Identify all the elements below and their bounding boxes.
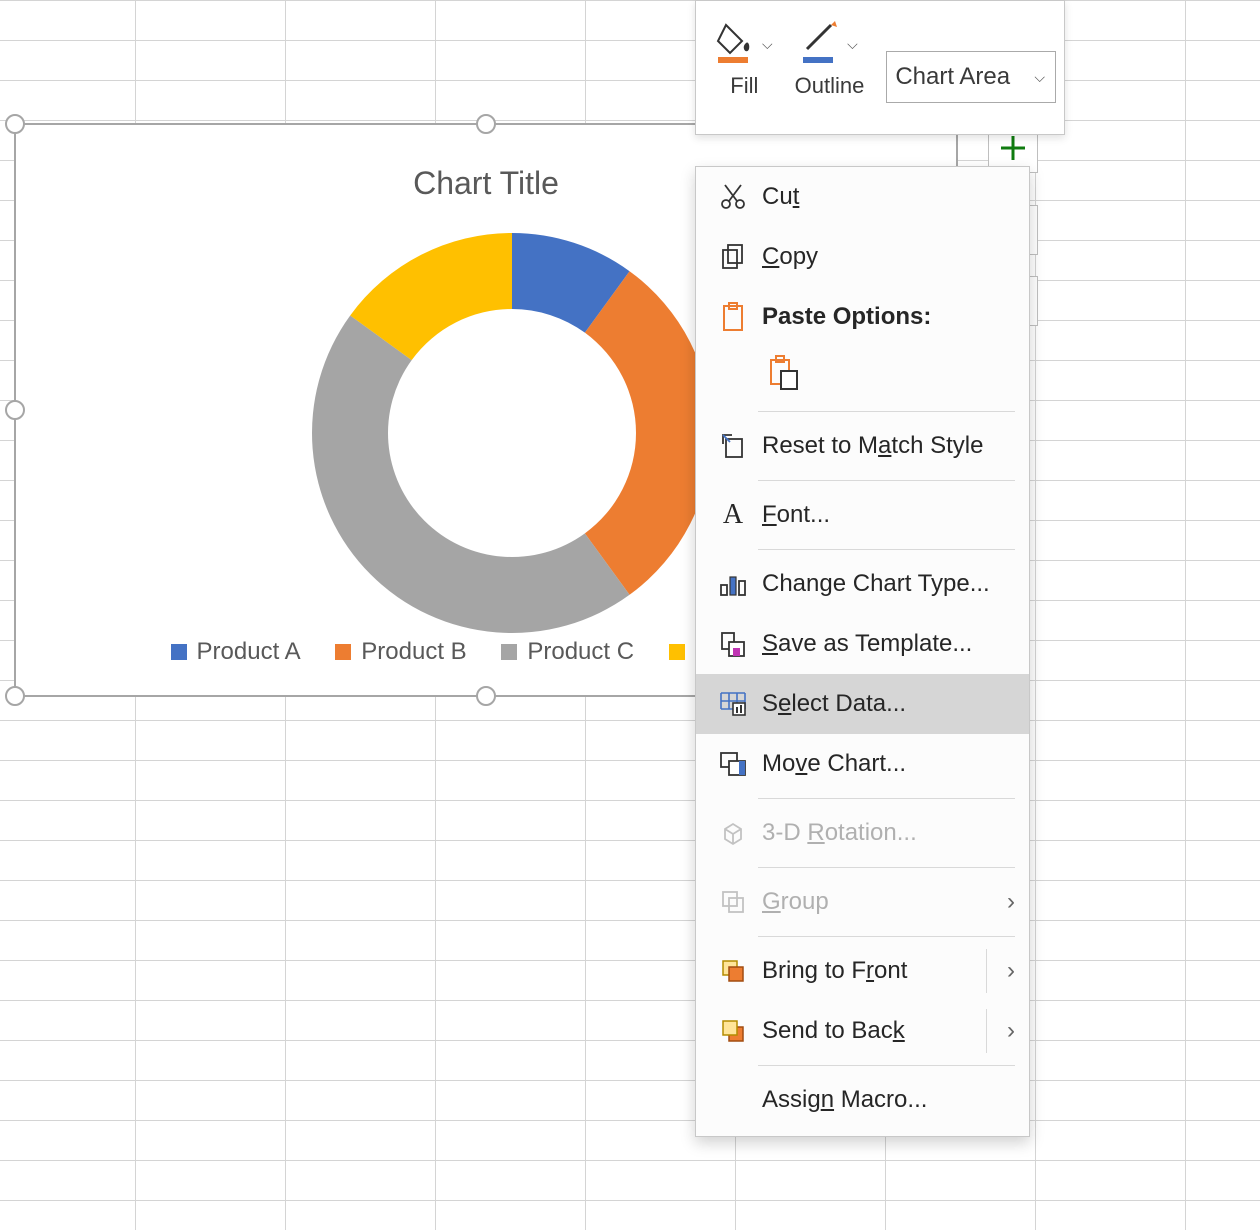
separator [758,936,1015,937]
resize-handle[interactable] [5,686,25,706]
reset-icon [714,432,752,460]
select-data-icon [714,691,752,717]
menu-move-chart[interactable]: Move Chart... [696,734,1029,794]
chart-type-icon [714,571,752,597]
submenu-arrow-icon: › [1007,888,1015,916]
menu-label: Move Chart... [762,750,906,777]
send-back-icon [714,1018,752,1044]
mini-format-toolbar: ⌵ Fill ⌵ Outline Chart Area ⌵ [695,0,1065,135]
submenu-arrow-icon[interactable]: › [1007,1017,1015,1045]
menu-paste-options: Paste Options: [696,287,1029,347]
bring-front-icon [714,958,752,984]
cube-icon [714,820,752,846]
menu-font[interactable]: A Font... [696,485,1029,545]
menu-save-template[interactable]: Save as Template... [696,614,1029,674]
dropdown-caret-icon: ⌵ [1034,69,1045,86]
legend-label: Product C [527,638,634,666]
separator [758,1065,1015,1066]
fill-icon [716,19,754,63]
legend-label: Product A [197,638,301,666]
menu-label: Bring to Front [762,957,907,984]
menu-copy[interactable]: Copy [696,227,1029,287]
resize-handle[interactable] [5,114,25,134]
menu-label: Save as Template... [762,630,972,657]
separator [758,549,1015,550]
move-chart-icon [714,751,752,777]
separator [986,949,987,993]
outline-tool[interactable]: ⌵ Outline [795,13,865,99]
menu-label: Select Data... [762,690,906,717]
menu-label: Paste Options: [762,303,1015,331]
menu-label: Change Chart Type... [762,570,1015,598]
menu-label: 3-D Rotation... [762,819,917,846]
menu-3d-rotation: 3-D Rotation... [696,803,1029,863]
legend-swatch [171,644,187,660]
menu-label: Assign Macro... [762,1086,927,1113]
fill-tool[interactable]: ⌵ Fill [716,13,773,99]
menu-label: Copy [762,243,818,270]
legend-item-a[interactable]: Product A [171,638,301,666]
menu-label: Reset to Match Style [762,432,983,459]
menu-label: Group [762,888,829,915]
legend-item-c[interactable]: Product C [501,638,634,666]
outline-label: Outline [795,73,865,99]
legend-item-b[interactable]: Product B [335,638,466,666]
menu-assign-macro[interactable]: Assign Macro... [696,1070,1029,1130]
menu-send-to-back[interactable]: Send to Back › [696,1001,1029,1061]
chart-element-selector[interactable]: Chart Area ⌵ [886,51,1056,103]
separator [758,798,1015,799]
menu-cut[interactable]: Cut [696,167,1029,227]
legend-label: Product B [361,638,466,666]
dropdown-caret-icon[interactable]: ⌵ [762,36,773,53]
menu-select-data[interactable]: Select Data... [696,674,1029,734]
separator [758,867,1015,868]
context-menu: Cut Copy Paste Options: [695,166,1030,1137]
separator [758,480,1015,481]
clipboard-icon [714,302,752,332]
copy-icon [714,243,752,271]
resize-handle[interactable] [5,400,25,420]
menu-label: Font... [762,501,830,528]
resize-handle[interactable] [476,114,496,134]
submenu-arrow-icon[interactable]: › [1007,957,1015,985]
menu-group: Group › [696,872,1029,932]
menu-label: Send to Back [762,1017,905,1044]
slice-product-c[interactable] [312,315,630,633]
paste-options-row [696,347,1029,407]
menu-label: Cut [762,183,799,210]
legend-swatch [669,644,685,660]
separator [986,1009,987,1053]
slice-product-b[interactable] [585,271,712,595]
menu-reset-style[interactable]: Reset to Match Style [696,416,1029,476]
menu-change-chart-type[interactable]: Change Chart Type... [696,554,1029,614]
fill-label: Fill [730,73,758,99]
legend-swatch [335,644,351,660]
scissors-icon [714,183,752,211]
donut-chart[interactable] [312,233,712,633]
plus-icon [997,132,1029,164]
save-template-icon [714,630,752,658]
group-icon [714,889,752,915]
legend-swatch [501,644,517,660]
separator [758,411,1015,412]
menu-bring-to-front[interactable]: Bring to Front › [696,941,1029,1001]
outline-icon [801,19,839,63]
selector-value: Chart Area [895,63,1010,91]
paste-option-default[interactable] [762,351,806,395]
dropdown-caret-icon[interactable]: ⌵ [847,36,858,53]
resize-handle[interactable] [476,686,496,706]
font-icon: A [714,499,752,531]
